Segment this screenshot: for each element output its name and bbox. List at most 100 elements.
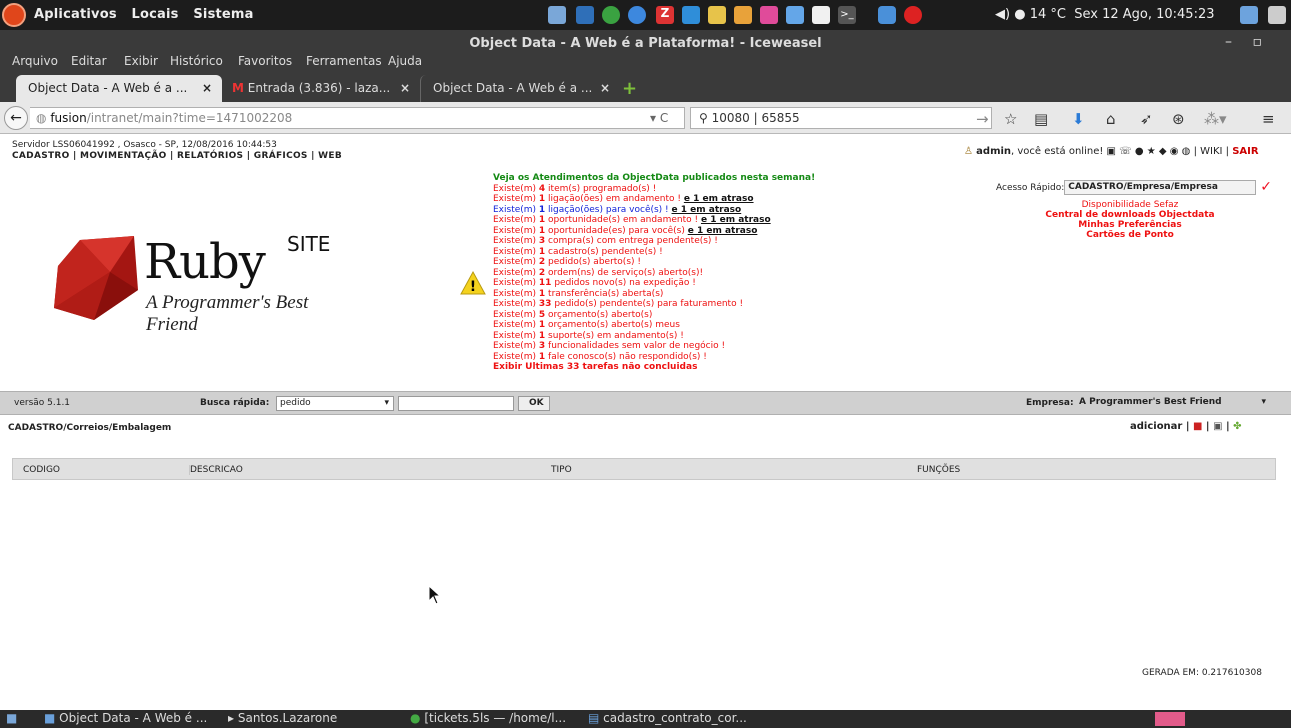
col-tipo[interactable]: TIPO — [551, 465, 572, 475]
notice-item[interactable]: Existe(m) 3 funcionalidades sem valor de… — [493, 341, 873, 352]
quick-search-select[interactable]: pedido ▾ — [276, 396, 394, 411]
notice-item[interactable]: Existe(m) 1 suporte(s) em andamento(s) ! — [493, 331, 873, 342]
notice-item[interactable]: Existe(m) 4 item(s) programado(s) ! — [493, 184, 873, 195]
notices-headline[interactable]: Veja os Atendimentos da ObjectData publi… — [493, 173, 873, 184]
pdf-icon[interactable]: ■ — [1193, 421, 1202, 432]
tab-gmail[interactable]: M Entrada (3.836) - laza... × — [220, 75, 420, 102]
address-bar[interactable]: ◍ fusion/intranet/main?time=1471002208 — [30, 107, 685, 129]
arrow-icon[interactable] — [786, 6, 804, 24]
back-button[interactable]: ← — [4, 106, 28, 130]
clock[interactable]: Sex 12 Ago, 10:45:23 — [1074, 7, 1214, 22]
notice-item[interactable]: Existe(m) 2 ordem(ns) de serviço(s) aber… — [493, 268, 873, 279]
link-sefaz[interactable]: Disponibilidade Sefaz — [1000, 200, 1260, 210]
browser-menubar: Arquivo Editar Exibir Histórico Favorito… — [0, 52, 1291, 72]
notice-item[interactable]: Existe(m) 1 oportunidade(s) em andamento… — [493, 215, 873, 226]
tab-objectdata-2[interactable]: Object Data - A Web é a ... × — [420, 75, 620, 102]
menu-favoritos[interactable]: Favoritos — [238, 54, 292, 68]
star-icon[interactable] — [708, 6, 726, 24]
youtube-icon[interactable]: ▣ — [1213, 421, 1222, 432]
add-link[interactable]: adicionar — [1130, 421, 1182, 432]
notice-item[interactable]: Existe(m) 1 ligação(ões) em andamento ! … — [493, 194, 873, 205]
wiki-link[interactable]: WIKI — [1200, 146, 1222, 157]
show-tasks-link[interactable]: Exibir Ultimas 33 tarefas não concluidas — [493, 362, 873, 373]
media-icon[interactable] — [760, 6, 778, 24]
reload-icon[interactable]: ▾ C — [650, 111, 668, 125]
ok-button[interactable]: OK — [518, 396, 550, 411]
menu-ajuda[interactable]: Ajuda — [388, 54, 422, 68]
filezilla-icon[interactable]: Z — [656, 6, 674, 24]
notice-item[interactable]: Existe(m) 11 pedidos novo(s) na expediçã… — [493, 278, 873, 289]
notice-item[interactable]: Existe(m) 33 pedido(s) pendente(s) para … — [493, 299, 873, 310]
menu-exibir[interactable]: Exibir — [124, 54, 158, 68]
notice-item[interactable]: Existe(m) 1 oportunidade(es) para você(s… — [493, 226, 873, 237]
notice-item[interactable]: Existe(m) 1 ligação(ões) para você(s) ! … — [493, 205, 873, 216]
close-tab-icon[interactable]: × — [600, 81, 610, 95]
chat-icon[interactable] — [734, 6, 752, 24]
monitor-icon[interactable] — [1240, 6, 1258, 24]
company-select[interactable]: A Programmer's Best Friend ▾ — [1076, 396, 1268, 411]
menu-arquivo[interactable]: Arquivo — [12, 54, 58, 68]
send-icon[interactable]: ➶ — [1140, 110, 1153, 128]
checkmark-icon[interactable]: ✓ — [1260, 179, 1272, 195]
lock-icon[interactable] — [878, 6, 896, 24]
menu-editar[interactable]: Editar — [71, 54, 107, 68]
notice-item[interactable]: Existe(m) 1 cadastro(s) pendente(s) ! — [493, 247, 873, 258]
bookmark-star-icon[interactable]: ☆ — [1004, 110, 1017, 128]
workspace-indicator[interactable] — [1155, 712, 1185, 726]
notice-item[interactable]: Existe(m) 3 compra(s) com entrega penden… — [493, 236, 873, 247]
col-funcoes[interactable]: FUNÇÕES — [917, 465, 960, 475]
notice-item[interactable]: Existe(m) 1 transferência(s) aberta(s) — [493, 289, 873, 300]
col-descricao[interactable]: DESCRICAO — [189, 465, 243, 475]
new-tab-icon[interactable]: + — [622, 78, 637, 99]
shutdown-icon[interactable] — [904, 6, 922, 24]
system-menu[interactable]: Sistema — [193, 7, 253, 22]
warning-icon: ! — [460, 270, 486, 295]
menu-historico[interactable]: Histórico — [170, 54, 223, 68]
task-browser[interactable]: ■ Object Data - A Web é ... — [44, 711, 207, 725]
browser-icon[interactable] — [602, 6, 620, 24]
places-menu[interactable]: Locais — [132, 7, 179, 22]
logout-link[interactable]: SAIR — [1232, 146, 1258, 157]
task-terminal[interactable]: ▸ Santos.Lazarone — [228, 711, 337, 725]
notice-item[interactable]: Existe(m) 1 orçamento(s) aberto(s) meus — [493, 320, 873, 331]
toolbar-icons[interactable]: ▣ ☏ ● ★ ◆ ◉ ◍ — [1107, 146, 1191, 157]
notice-item[interactable]: Existe(m) 5 orçamento(s) aberto(s) — [493, 310, 873, 321]
volume-icon[interactable]: ◀) — [995, 7, 1010, 22]
top-navigation[interactable]: CADASTRO | MOVIMENTAÇÃO | RELATÓRIOS | G… — [12, 151, 342, 162]
doc-icon[interactable] — [812, 6, 830, 24]
launcher-icon[interactable] — [548, 6, 566, 24]
reading-list-icon[interactable]: ▤ — [1034, 110, 1048, 128]
notice-item[interactable]: Existe(m) 1 fale conosco(s) não respondi… — [493, 352, 873, 363]
puzzle-icon[interactable]: ✤ — [1233, 421, 1241, 432]
search-input[interactable]: ⚲ 10080 | 65855 — [690, 107, 992, 129]
tab-objectdata-active[interactable]: Object Data - A Web é a ... × — [16, 75, 222, 102]
user-icon[interactable] — [1268, 6, 1286, 24]
hamburger-menu-icon[interactable]: ≡ — [1262, 110, 1275, 128]
debian-logo-icon[interactable] — [2, 3, 26, 27]
extension-icon[interactable]: ⁂▾ — [1204, 110, 1227, 128]
terminal-icon[interactable]: >_ — [838, 6, 856, 24]
power-app-icon[interactable] — [628, 6, 646, 24]
col-codigo[interactable]: CODIGO — [23, 465, 60, 475]
task-cadastro[interactable]: ▤ cadastro_contrato_cor... — [588, 711, 747, 725]
close-tab-icon[interactable]: × — [400, 81, 410, 95]
apps-menu[interactable]: Aplicativos — [34, 7, 117, 22]
link-preferences[interactable]: Minhas Preferências — [1078, 220, 1181, 230]
calc-icon[interactable] — [682, 6, 700, 24]
breadcrumb: CADASTRO/Correios/Embalagem — [8, 423, 172, 433]
home-icon[interactable]: ⌂ — [1106, 110, 1116, 128]
menu-ferramentas[interactable]: Ferramentas — [306, 54, 382, 68]
cube-icon[interactable] — [576, 6, 594, 24]
link-timecards[interactable]: Cartões de Ponto — [1086, 230, 1174, 240]
quick-search-value: pedido — [280, 398, 311, 408]
close-tab-icon[interactable]: × — [202, 81, 212, 95]
download-icon[interactable]: ⬇ — [1072, 110, 1085, 128]
link-downloads[interactable]: Central de downloads Objectdata — [1045, 210, 1214, 220]
go-arrow-icon[interactable]: → — [976, 110, 989, 128]
addon-icon[interactable]: ⊛ — [1172, 110, 1185, 128]
task-tickets[interactable]: ● [tickets.5ls — /home/l... — [410, 711, 566, 725]
show-desktop-icon[interactable]: ■ — [6, 711, 17, 725]
quick-access-input[interactable]: CADASTRO/Empresa/Empresa — [1064, 180, 1257, 195]
quick-search-input[interactable] — [398, 396, 514, 411]
notice-item[interactable]: Existe(m) 2 pedido(s) aberto(s) ! — [493, 257, 873, 268]
